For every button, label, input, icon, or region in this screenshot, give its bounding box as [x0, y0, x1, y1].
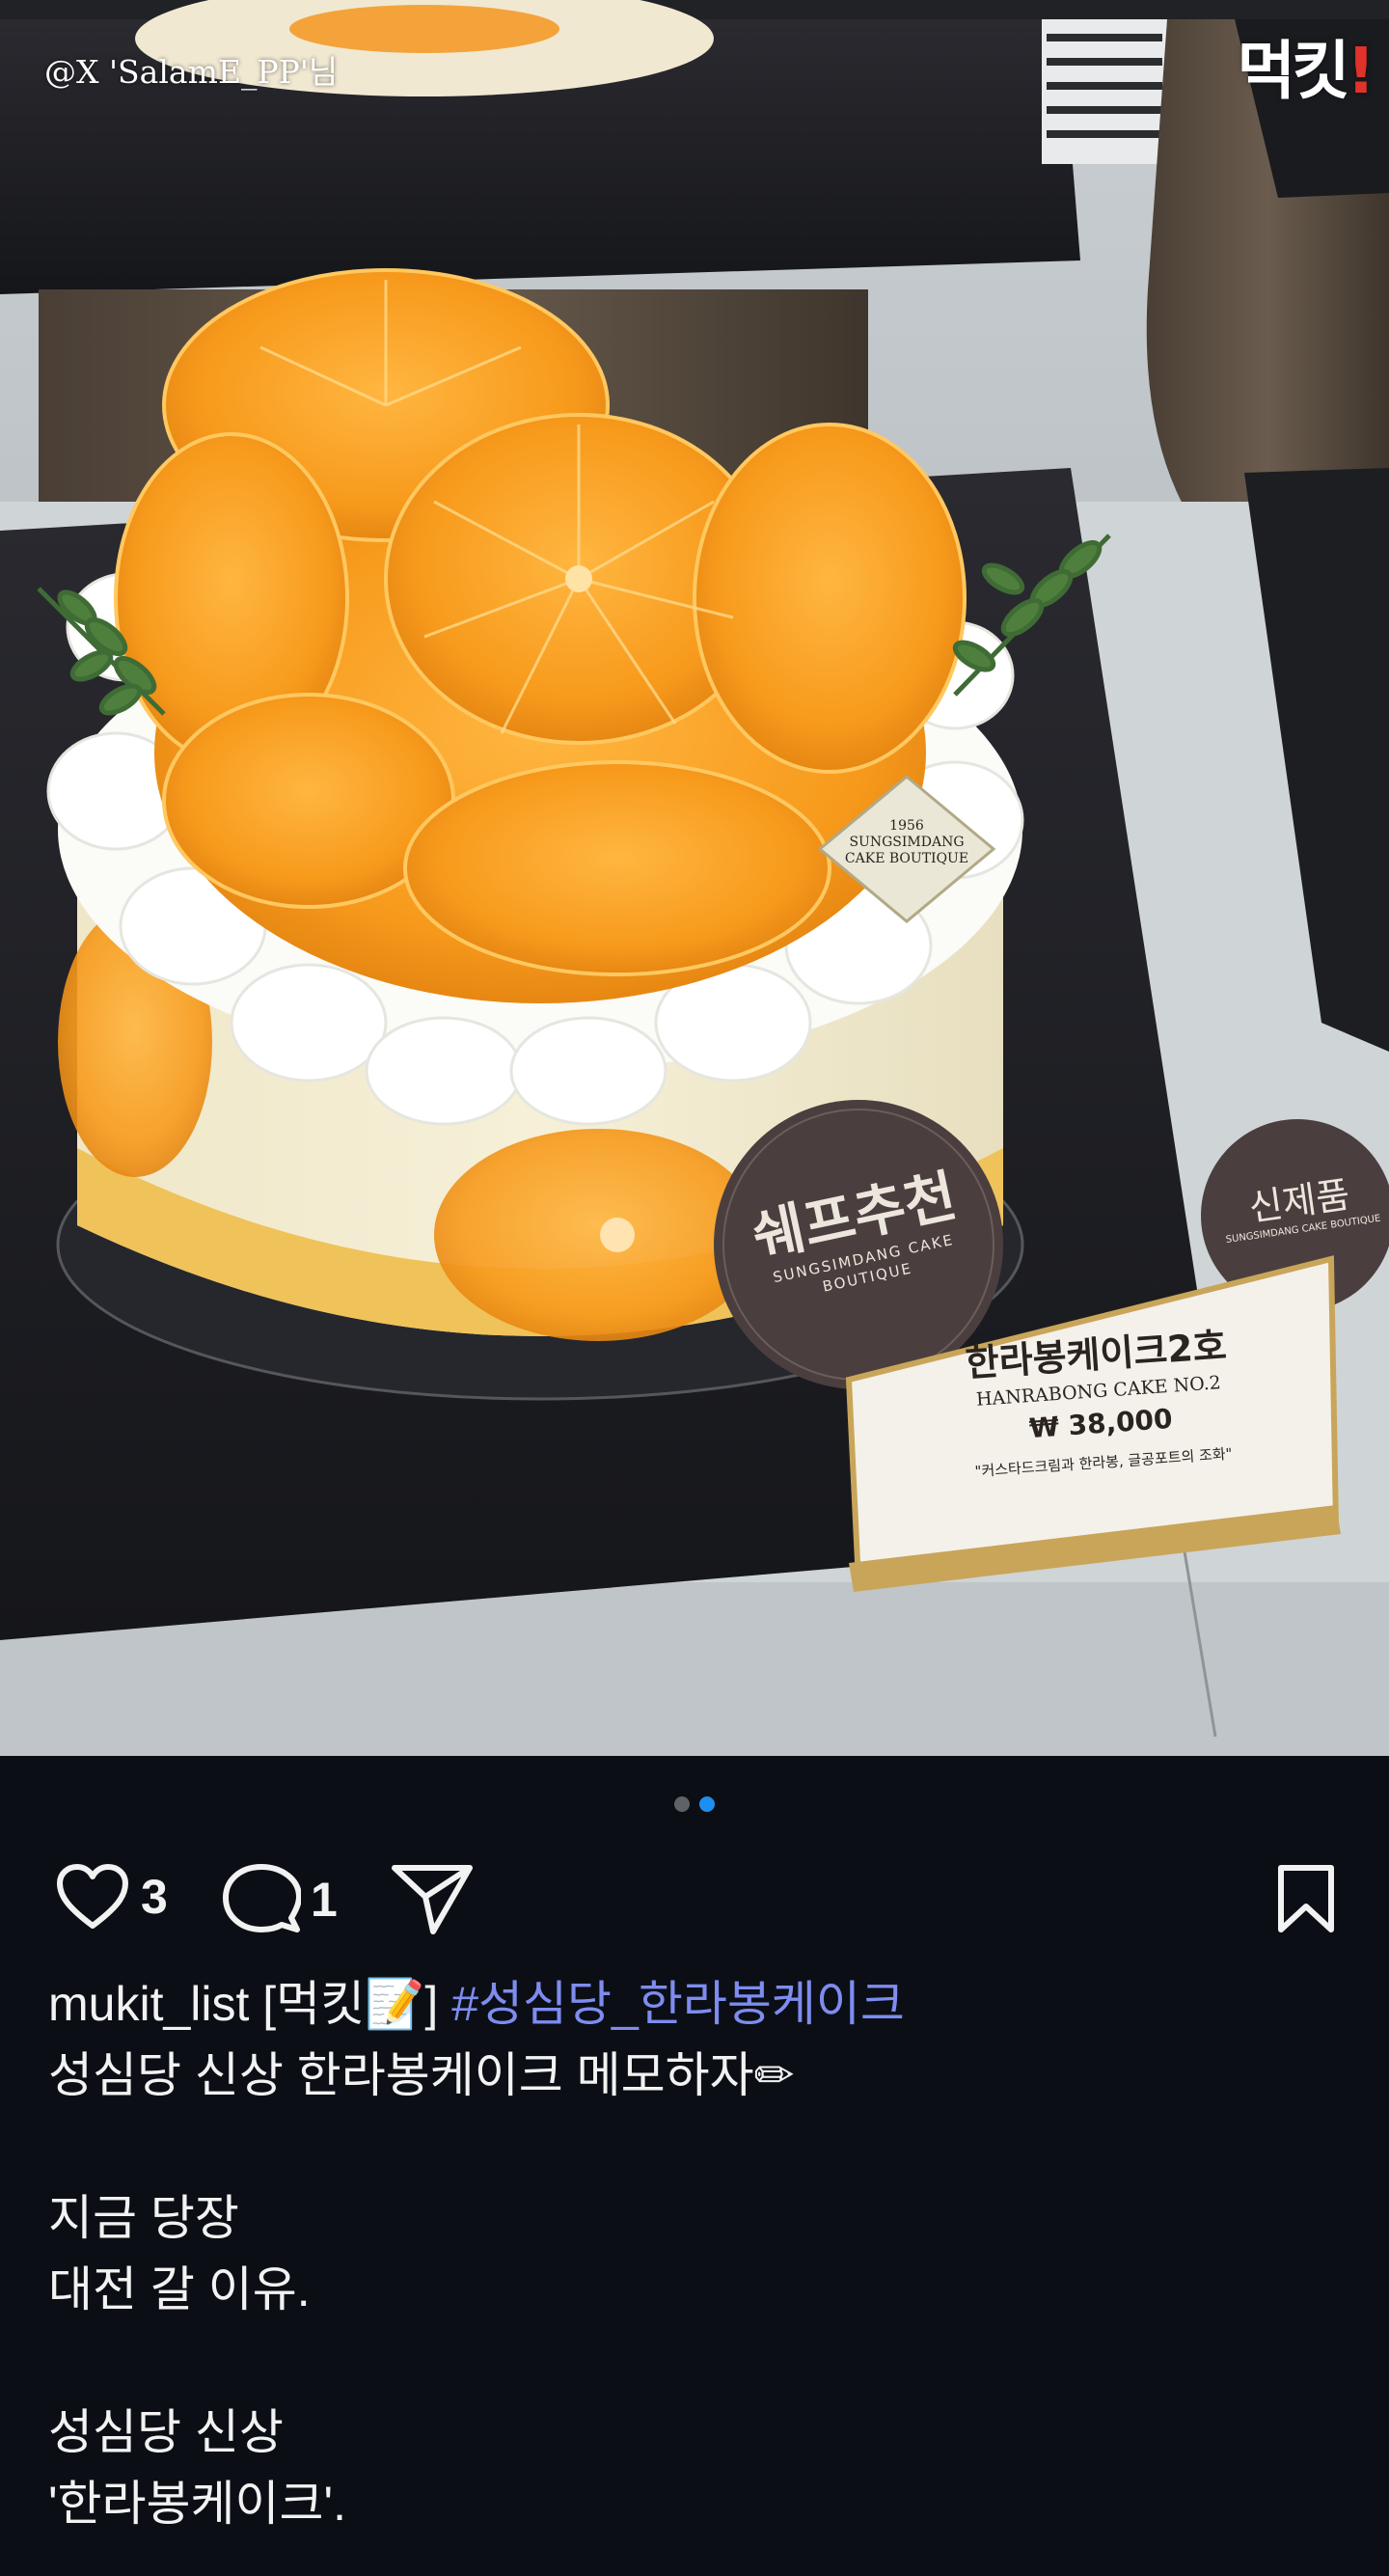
- caption-handle-label: [먹킷📝]: [262, 1977, 439, 2031]
- caption-username[interactable]: mukit_list: [48, 1977, 249, 2031]
- comment-count: 1: [311, 1873, 338, 1927]
- caption-header: mukit_list [먹킷📝] #성심당_한라봉케이크: [48, 1968, 1341, 2040]
- brand-logo: 먹킷!: [1237, 19, 1375, 112]
- caption-line-2: [48, 2111, 1341, 2182]
- caption-line-1: 성심당 신상 한라봉케이크 메모하자✏: [48, 2048, 795, 2102]
- cake-badge-line2: CAKE BOUTIQUE: [844, 851, 969, 866]
- send-icon: [392, 1865, 473, 1934]
- caption-hashtag[interactable]: #성심당_한라봉케이크: [451, 1977, 905, 2031]
- post-action-bar: 3 1: [48, 1862, 1341, 1939]
- bookmark-icon: [1278, 1865, 1334, 1932]
- caption-line-6: 성심당 신상: [48, 2405, 284, 2459]
- cake-photo-illustration: [0, 0, 1389, 1756]
- brand-logo-text: 먹킷: [1237, 34, 1349, 108]
- heart-icon: [57, 1864, 128, 1929]
- cake-badge: 1956 SUNGSIMDANG CAKE BOUTIQUE: [839, 818, 974, 867]
- photo-watermark: @X 'SalamE_PP'님: [44, 53, 339, 91]
- carousel-dot-2-active[interactable]: [699, 1796, 715, 1812]
- price-card: 한라봉케이크2호 HANRABONG CAKE NO.2 ₩ 38,000 "커…: [892, 1318, 1307, 1496]
- post-screen: @X 'SalamE_PP'님 먹킷! 1956 SUNGSIMDANG CAK…: [0, 0, 1389, 2576]
- caption-line-5: [48, 2325, 1341, 2397]
- post-caption: mukit_list [먹킷📝] #성심당_한라봉케이크 성심당 신상 한라봉케…: [48, 1968, 1341, 2539]
- caption-line-3: 지금 당장: [48, 2191, 239, 2245]
- comment-button[interactable]: 1: [222, 1862, 338, 1937]
- cake-badge-year: 1956: [889, 818, 924, 834]
- like-count: 3: [141, 1870, 168, 1924]
- brand-logo-accent: !: [1346, 34, 1375, 108]
- post-photo[interactable]: @X 'SalamE_PP'님 먹킷! 1956 SUNGSIMDANG CAK…: [0, 0, 1389, 1756]
- save-button[interactable]: [1275, 1862, 1337, 1935]
- carousel-indicator: [0, 1796, 1389, 1812]
- carousel-dot-1[interactable]: [674, 1796, 690, 1812]
- share-button[interactable]: [391, 1862, 474, 1937]
- comment-icon: [223, 1864, 301, 1932]
- like-button[interactable]: 3: [54, 1862, 168, 1932]
- caption-line-7: '한라봉케이크'.: [48, 2477, 346, 2531]
- cake-badge-line1: SUNGSIMDANG: [849, 835, 965, 850]
- caption-line-4: 대전 갈 이유.: [48, 2262, 311, 2316]
